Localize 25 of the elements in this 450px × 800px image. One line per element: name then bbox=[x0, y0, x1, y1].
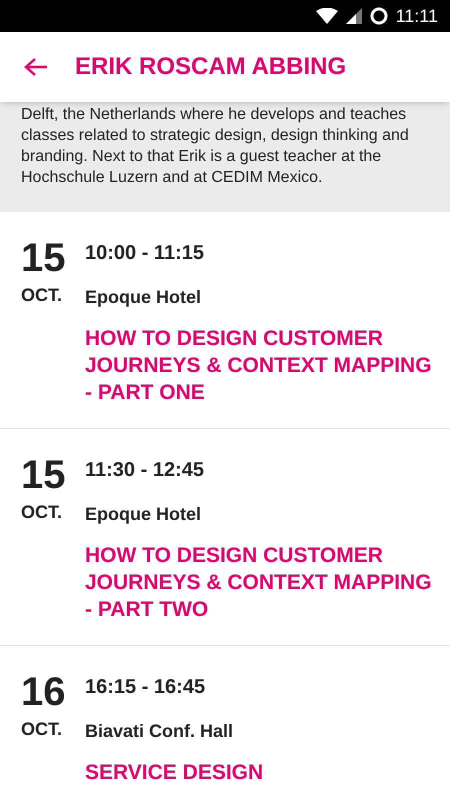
bio-text: Delft, the Netherlands where he develops and teaches classes related to strategic design, design thinking and branding. Next to that Erik is a guest teacher at the Hochschule Luzern and at CEDIM Mexico. bbox=[21, 105, 410, 188]
session-day: 16 bbox=[21, 670, 85, 714]
page-title: ERIK ROSCAM ABBING bbox=[75, 52, 346, 82]
session-month: OCT. bbox=[21, 501, 64, 524]
session-location: Biavati Conf. Hall bbox=[85, 720, 234, 743]
session-item[interactable]: 15 OCT. 10:00 - 11:15 Epoque Hotel HOW TO DESIGN CUSTOMER JOURNEYS & CONTEXT MAPPING - PART ONE bbox=[0, 212, 450, 429]
session-title: HOW TO DESIGN CUSTOMER JOURNEYS & CONTEXT MAPPING - PART ONE bbox=[85, 326, 433, 406]
session-time: 11:30 - 12:45 bbox=[85, 458, 205, 483]
wifi-icon bbox=[316, 8, 338, 24]
status-circle-icon bbox=[370, 7, 388, 25]
session-day: 15 bbox=[21, 453, 85, 497]
session-month: OCT. bbox=[21, 284, 64, 307]
session-time: 10:00 - 11:15 bbox=[85, 241, 205, 266]
session-location: Epoque Hotel bbox=[85, 503, 202, 526]
back-arrow-icon bbox=[24, 57, 48, 77]
session-item[interactable]: 15 OCT. 11:30 - 12:45 Epoque Hotel HOW TO DESIGN CUSTOMER JOURNEYS & CONTEXT MAPPING - PART TWO bbox=[0, 429, 450, 646]
session-title: SERVICE DESIGN bbox=[85, 760, 264, 786]
status-time: 11:11 bbox=[396, 4, 438, 28]
session-day: 15 bbox=[21, 236, 85, 280]
session-title: HOW TO DESIGN CUSTOMER JOURNEYS & CONTEXT MAPPING - PART TWO bbox=[85, 543, 433, 623]
session-time: 16:15 - 16:45 bbox=[85, 675, 206, 700]
signal-icon bbox=[346, 8, 362, 24]
session-month: OCT. bbox=[21, 718, 64, 741]
session-location: Epoque Hotel bbox=[85, 286, 202, 309]
session-item[interactable]: 16 OCT. 16:15 - 16:45 Biavati Conf. Hall SERVICE DESIGN bbox=[0, 646, 450, 800]
